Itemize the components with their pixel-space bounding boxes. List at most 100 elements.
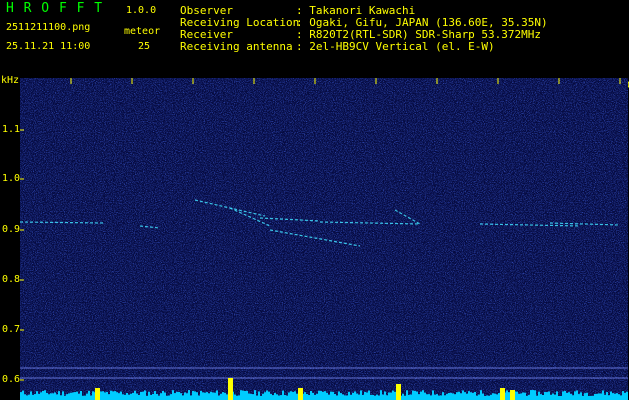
strength-bar [52, 393, 54, 400]
y-tick-label: 1.0 [2, 173, 21, 184]
strength-bar [468, 391, 470, 400]
strength-bar [194, 391, 196, 400]
strength-bar [442, 392, 444, 400]
strength-bar [264, 392, 266, 400]
strength-bar [140, 391, 142, 400]
strength-bar [420, 391, 422, 400]
strength-bar [26, 395, 28, 400]
strength-bar [324, 391, 326, 400]
strength-bar [486, 395, 488, 400]
strength-bar [430, 395, 432, 400]
strength-bar [22, 390, 24, 400]
strength-bar [548, 391, 550, 400]
strength-bar [218, 395, 220, 400]
strength-bar [414, 390, 416, 400]
strength-bar [570, 393, 572, 400]
strength-bar [278, 395, 280, 400]
strength-bar [526, 395, 528, 400]
strength-bar [290, 391, 292, 400]
strength-bar [378, 395, 380, 400]
strength-bar [566, 392, 568, 400]
strength-bar [66, 394, 68, 400]
strength-bar [270, 393, 272, 400]
strength-bar [582, 395, 584, 400]
strength-bar [410, 394, 412, 400]
strength-bar [480, 390, 482, 400]
strength-bar [296, 393, 298, 400]
strength-bar [80, 390, 82, 400]
strength-bar [576, 390, 578, 400]
strength-bar [254, 390, 256, 400]
strength-bar [138, 394, 140, 400]
strength-bar [372, 394, 374, 400]
strength-bar [68, 393, 70, 400]
strength-bar [498, 393, 500, 400]
y-tick-label: 0.6 [2, 374, 21, 385]
strength-bar [70, 392, 72, 400]
strength-bar [390, 392, 392, 400]
strength-bar [60, 395, 62, 400]
strength-bar [214, 392, 216, 400]
strength-bar [544, 392, 546, 400]
strength-bar [192, 390, 194, 400]
strength-peak [95, 388, 100, 400]
strength-bar [454, 394, 456, 400]
strength-bar [326, 392, 328, 400]
strength-bar [600, 393, 602, 400]
strength-bar [62, 391, 64, 400]
strength-bar [74, 392, 76, 400]
strength-bar [428, 394, 430, 400]
strength-bar [86, 393, 88, 400]
strength-bar [64, 395, 66, 400]
strength-bar [618, 394, 620, 400]
strength-bar [170, 394, 172, 400]
antenna-label: Receiving antenna [180, 40, 293, 53]
strength-bar [350, 394, 352, 400]
strength-bar [552, 393, 554, 400]
strength-bar [54, 392, 56, 400]
strength-bar [572, 395, 574, 400]
strength-bar [208, 393, 210, 400]
strength-bar [482, 393, 484, 400]
strength-bar [370, 394, 372, 400]
strength-bar [76, 391, 78, 400]
strength-bar [464, 392, 466, 400]
strength-bar [32, 394, 34, 400]
strength-bar [282, 390, 284, 400]
strength-bar [402, 393, 404, 400]
strength-bar [406, 390, 408, 400]
strength-bar [316, 393, 318, 400]
strength-bar [132, 392, 134, 400]
strength-bar [388, 392, 390, 400]
strength-bar [238, 395, 240, 400]
strength-bar [42, 390, 44, 400]
strength-bar [114, 391, 116, 400]
strength-bar [142, 391, 144, 400]
strength-bar [292, 391, 294, 400]
strength-bar [56, 394, 58, 400]
strength-bar [46, 392, 48, 400]
strength-bar [92, 391, 94, 400]
strength-bar [182, 395, 184, 400]
strength-bar [564, 390, 566, 400]
strength-bar [30, 391, 32, 400]
strength-bar [258, 391, 260, 400]
strength-bar [118, 393, 120, 400]
strength-bar [462, 390, 464, 400]
spectrogram-noise [20, 78, 628, 400]
strength-bar [518, 393, 520, 400]
y-axis-unit: kHz [1, 75, 20, 86]
y-tick-label: 1.1 [2, 124, 21, 135]
strength-bar [146, 395, 148, 400]
strength-bar [274, 392, 276, 400]
strength-bar [408, 394, 410, 400]
meteor-count: 25 [138, 41, 151, 52]
strength-bar [344, 395, 346, 400]
strength-bar [120, 391, 122, 400]
strength-bar [506, 390, 508, 400]
strength-bar [528, 394, 530, 400]
strength-bar [44, 390, 46, 400]
strength-bar [72, 392, 74, 400]
strength-bar [244, 390, 246, 400]
strength-bar [524, 392, 526, 400]
